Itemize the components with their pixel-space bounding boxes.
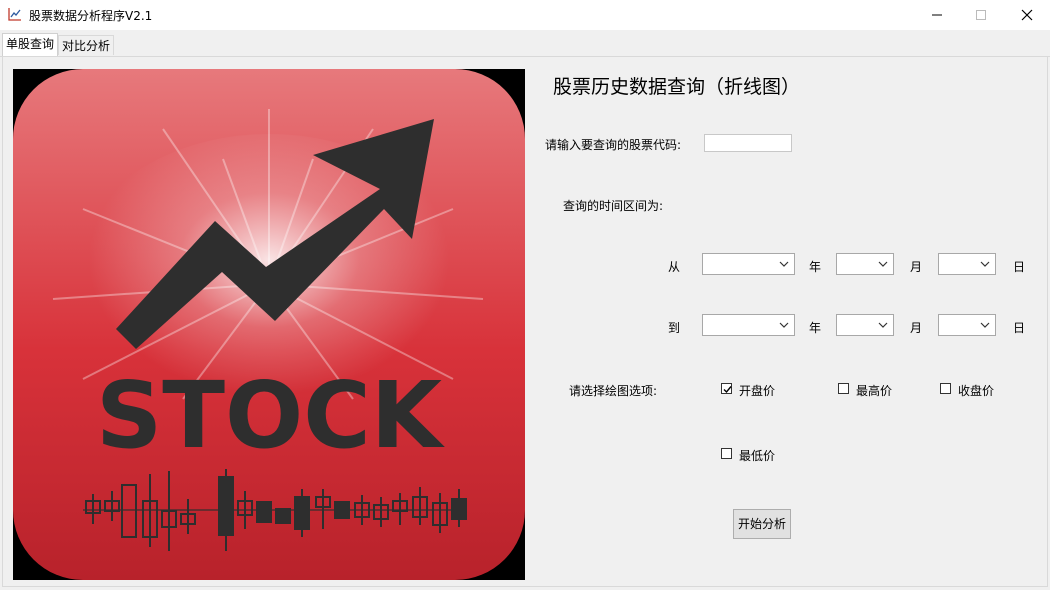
stock-code-input[interactable] [704,134,792,152]
from-month-select[interactable] [836,253,894,275]
low-price-label[interactable]: 最低价 [739,447,775,464]
open-price-checkbox[interactable] [721,383,732,394]
stock-code-label: 请输入要查询的股票代码: [545,138,682,152]
close-price-checkbox[interactable] [940,383,951,394]
minimize-button[interactable] [914,0,960,30]
to-label: 到 [668,321,681,335]
close-icon [1021,9,1033,21]
plot-options-label: 请选择绘图选项: [569,384,658,398]
checkmark-icon [723,386,732,394]
to-month-select[interactable] [836,314,894,336]
chevron-down-icon [980,261,990,267]
chart-icon [8,7,22,21]
close-button[interactable] [1004,0,1050,30]
low-price-checkbox[interactable] [721,448,732,459]
chevron-down-icon [878,322,888,328]
minimize-icon [932,14,942,16]
from-day-unit: 日 [1013,260,1026,274]
chevron-down-icon [779,322,789,328]
chevron-down-icon [878,261,888,267]
to-year-select[interactable] [702,314,795,336]
tab-bar: 单股查询 对比分析 [0,31,1050,57]
high-price-checkbox[interactable] [838,383,849,394]
maximize-icon [976,10,986,20]
open-price-label[interactable]: 开盘价 [739,382,775,399]
tab-compare[interactable]: 对比分析 [58,35,115,55]
from-month-unit: 月 [910,260,923,274]
window-title: 股票数据分析程序V2.1 [29,9,153,23]
maximize-button[interactable] [958,0,1004,30]
chevron-down-icon [779,261,789,267]
from-label: 从 [668,260,681,274]
title-bar: 股票数据分析程序V2.1 [0,0,1050,30]
stock-logo-image: STOCK [13,69,525,580]
high-price-label[interactable]: 最高价 [856,382,892,399]
page-title: 股票历史数据查询（折线图） [553,76,801,98]
start-analysis-button[interactable]: 开始分析 [733,509,791,539]
close-price-label[interactable]: 收盘价 [958,382,994,399]
from-year-select[interactable] [702,253,795,275]
tab-single-stock[interactable]: 单股查询 [2,33,59,56]
to-day-select[interactable] [938,314,996,336]
to-day-unit: 日 [1013,321,1026,335]
from-day-select[interactable] [938,253,996,275]
to-month-unit: 月 [910,321,923,335]
logo-text: STOCK [96,362,446,469]
time-range-label: 查询的时间区间为: [563,199,664,213]
chevron-down-icon [980,322,990,328]
from-year-unit: 年 [809,260,822,274]
to-year-unit: 年 [809,321,822,335]
